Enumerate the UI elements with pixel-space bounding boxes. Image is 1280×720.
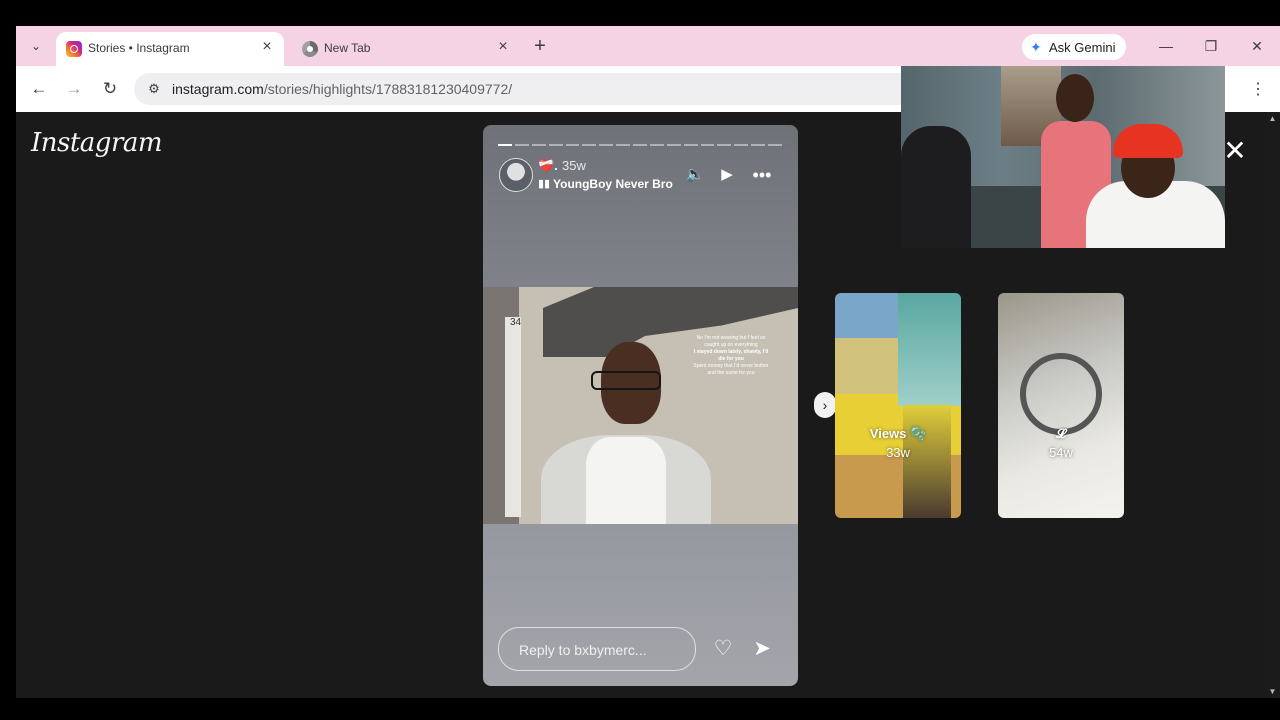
highlight-card[interactable]: Views 🫧 33w: [835, 293, 961, 518]
restore-icon[interactable]: ❐: [1199, 36, 1223, 56]
progress-segment: [599, 144, 614, 146]
chrome-icon: [302, 41, 318, 57]
chrome-menu-icon[interactable]: ⋮: [1250, 79, 1266, 99]
tab-strip: ⌄ Stories • Instagram × New Tab × + ✦ As…: [16, 26, 1280, 66]
overlay-line: Spent money that I'd never bother: [693, 363, 769, 369]
window-close-icon[interactable]: ✕: [1245, 36, 1269, 56]
tab-title: New Tab: [324, 41, 371, 55]
tab-instagram-stories[interactable]: Stories • Instagram ×: [56, 32, 284, 66]
highlight-time: 33w: [886, 445, 910, 460]
story-photo: 34 No I'm not wearing but I feel so caug…: [483, 287, 798, 524]
progress-segment: [768, 144, 782, 146]
volume-icon[interactable]: 🔈: [684, 165, 706, 185]
progress-segment: [734, 144, 749, 146]
overlay-line: and the same for you: [707, 370, 755, 376]
url-host: instagram.com: [172, 81, 264, 97]
highlight-title: 𝓛: [1056, 426, 1066, 441]
story-username[interactable]: ❤️‍🩹.: [538, 158, 558, 174]
wall-trim: [505, 317, 521, 517]
progress-segment: [683, 144, 698, 146]
tab-search-icon[interactable]: ⌄: [26, 36, 46, 56]
progress-segment: [666, 144, 681, 146]
highlight-time: 54w: [1049, 445, 1073, 460]
music-title[interactable]: YoungBoy Never Broke Again: [553, 177, 673, 191]
story-viewer[interactable]: ❤️‍🩹. 35w ▮▮ YoungBoy Never Broke Again …: [483, 125, 798, 686]
overlay-line: caught up on everything: [704, 342, 758, 348]
overlay-line: No I'm not wearing but I feel so: [696, 335, 766, 341]
back-icon[interactable]: ←: [29, 79, 49, 99]
ask-gemini-button[interactable]: ✦ Ask Gemini: [1022, 34, 1126, 60]
progress-segment: [514, 144, 529, 146]
person-tshirt: [586, 437, 666, 524]
forward-icon[interactable]: →: [64, 79, 84, 99]
gemini-sparkle-icon: ✦: [1030, 39, 1042, 55]
instagram-icon: [66, 41, 82, 57]
progress-segment: [751, 144, 765, 146]
reply-placeholder: Reply to bxbymerc...: [519, 642, 647, 658]
next-story-chevron-icon[interactable]: ›: [814, 392, 836, 418]
progress-segment: [700, 144, 715, 146]
new-tab-button[interactable]: +: [530, 36, 550, 56]
story-timestamp: 35w: [562, 158, 586, 173]
highlight-title: Views 🫧: [869, 426, 927, 441]
play-icon[interactable]: ▶: [716, 165, 738, 185]
url-path: /stories/highlights/17883181230409772/: [263, 81, 513, 97]
minimize-icon[interactable]: —: [1154, 36, 1178, 56]
progress-segment: [616, 144, 630, 146]
instagram-logo[interactable]: Instagram: [31, 128, 163, 158]
progress-segment: [565, 144, 580, 146]
share-send-icon[interactable]: ➤: [750, 638, 774, 660]
progress-segment: [649, 144, 664, 146]
door-number: 34: [510, 317, 522, 328]
steering-wheel: [1020, 353, 1102, 435]
story-overlay-text: No I'm not wearing but I feel so caught …: [688, 335, 774, 377]
ask-gemini-label: Ask Gemini: [1049, 40, 1116, 55]
tab-new-tab[interactable]: New Tab ×: [292, 32, 520, 66]
story-progress-bar: [498, 144, 782, 146]
red-beanie: [1113, 124, 1183, 158]
site-info-icon[interactable]: ⚙: [144, 79, 164, 99]
like-heart-icon[interactable]: ♡: [711, 638, 735, 660]
overlay-line: I stayed down lately, shawty, I'll: [693, 349, 769, 355]
close-tab-icon[interactable]: ×: [494, 38, 512, 56]
scroll-up-icon[interactable]: ▲: [1268, 114, 1277, 123]
progress-segment: [548, 144, 563, 146]
glasses: [591, 371, 661, 390]
close-tab-icon[interactable]: ×: [258, 38, 276, 56]
overlay-line: die for you: [718, 356, 744, 362]
reload-icon[interactable]: ↻: [100, 79, 120, 99]
scroll-down-icon[interactable]: ▼: [1268, 687, 1277, 696]
avatar[interactable]: [499, 158, 533, 192]
webcam-overlay: [901, 66, 1225, 248]
person-left: [901, 126, 971, 248]
tab-title: Stories • Instagram: [88, 41, 190, 55]
progress-segment: [498, 144, 512, 146]
music-bars-icon: ▮▮: [538, 178, 551, 190]
more-options-icon[interactable]: •••: [751, 165, 773, 185]
page-scrollbar[interactable]: ▲ ▼: [1265, 112, 1280, 698]
progress-segment: [633, 144, 647, 146]
progress-segment: [717, 144, 732, 146]
url-text[interactable]: instagram.com/stories/highlights/1788318…: [172, 81, 512, 97]
highlight-card[interactable]: 𝓛 54w: [998, 293, 1124, 518]
reply-input[interactable]: Reply to bxbymerc...: [498, 627, 696, 671]
person-center-head: [1056, 74, 1094, 122]
progress-segment: [582, 144, 597, 146]
progress-segment: [531, 144, 546, 146]
